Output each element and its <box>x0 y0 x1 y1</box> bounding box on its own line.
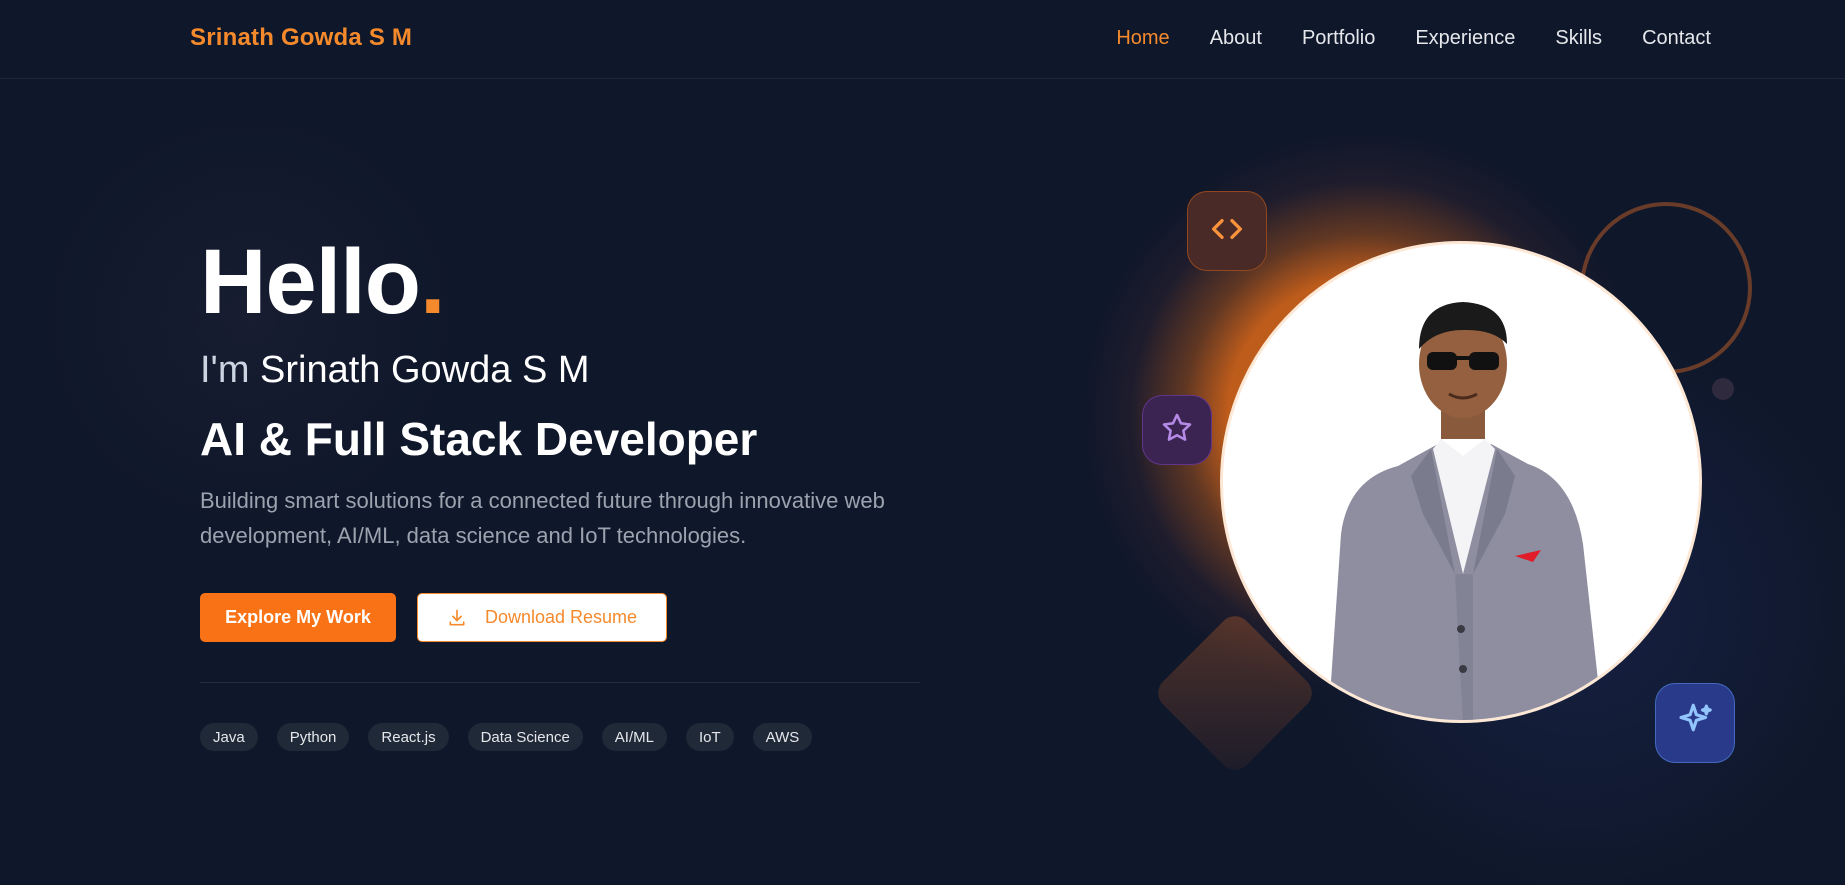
tech-tag: Data Science <box>467 723 583 751</box>
profile-illustration <box>1328 302 1603 720</box>
tech-tag: Python <box>276 723 350 751</box>
nav-item-about[interactable]: About <box>1210 27 1262 50</box>
star-badge <box>1142 395 1212 465</box>
star-icon <box>1160 411 1194 450</box>
explore-my-work-button[interactable]: Explore My Work <box>200 593 396 642</box>
download-resume-button[interactable]: Download Resume <box>417 593 667 642</box>
sparkle-badge <box>1655 683 1735 763</box>
nav-item-skills[interactable]: Skills <box>1555 27 1602 50</box>
hero-name: Srinath Gowda S M <box>260 349 590 391</box>
download-resume-label: Download Resume <box>484 607 638 627</box>
hero-intro-prefix: I'm <box>200 349 250 391</box>
sparkle-icon <box>1674 700 1716 747</box>
tech-tag: AWS <box>752 723 813 751</box>
tech-tag: React.js <box>368 723 449 751</box>
nav-item-portfolio[interactable]: Portfolio <box>1302 27 1375 50</box>
tech-tag: IoT <box>685 723 734 751</box>
page: Srinath Gowda S M Home About Portfolio E… <box>0 0 1845 885</box>
tech-tags: Java Python React.js Data Science AI/ML … <box>200 723 813 751</box>
hero-description: Building smart solutions for a connected… <box>200 488 885 548</box>
nav-item-home[interactable]: Home <box>1116 27 1169 50</box>
tech-tag: Java <box>200 723 258 751</box>
tech-tag: AI/ML <box>601 723 667 751</box>
code-icon <box>1207 209 1247 254</box>
decorative-dot <box>1712 378 1734 400</box>
brand-logo[interactable]: Srinath Gowda S M <box>190 24 412 52</box>
navbar: Srinath Gowda S M Home About Portfolio E… <box>0 0 1845 79</box>
hero-greeting: Hello. <box>200 236 445 328</box>
hero-divider <box>200 682 920 683</box>
hero-greeting-dot: . <box>419 231 446 333</box>
nav-item-experience[interactable]: Experience <box>1415 27 1515 50</box>
nav-item-contact[interactable]: Contact <box>1642 27 1711 50</box>
nav-links: Home About Portfolio Experience Skills C… <box>1116 27 1711 50</box>
profile-photo <box>1220 241 1702 723</box>
download-icon <box>447 608 467 628</box>
hero-intro: I'm Srinath Gowda S M <box>200 349 590 392</box>
code-badge <box>1187 191 1267 271</box>
hero-role: AI & Full Stack Developer <box>200 413 758 465</box>
hero-greeting-text: Hello <box>200 231 421 333</box>
